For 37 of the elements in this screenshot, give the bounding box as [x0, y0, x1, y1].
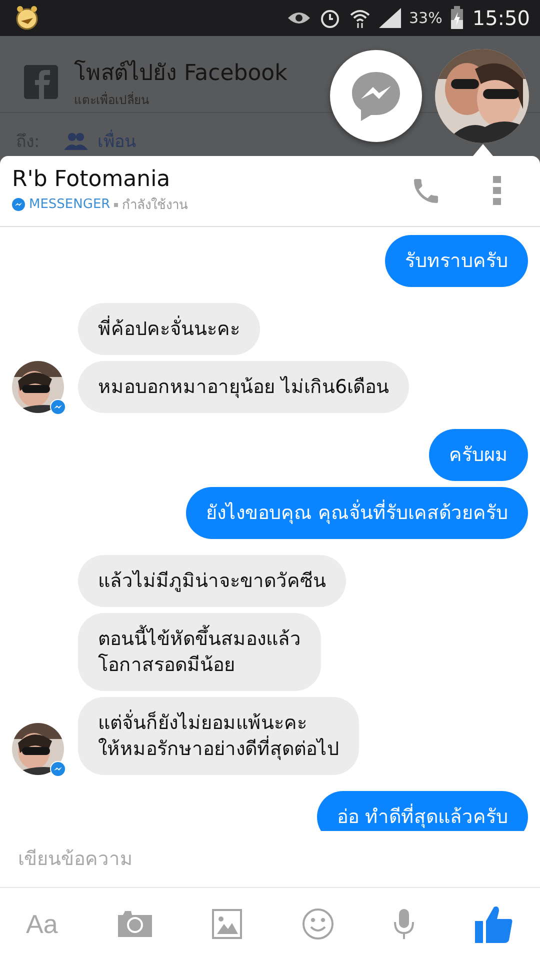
thumbs-up-icon[interactable] — [474, 904, 514, 944]
signal-icon — [379, 8, 402, 28]
message-bubble: แล้วไม่มีภูมิน่าจะขาดวัคซีน — [78, 555, 346, 607]
battery-charging-icon — [450, 6, 464, 30]
active-status: กำลังใช้งาน — [122, 196, 188, 215]
message-bubble: หมอบอกหมาอายุน้อย ไม่เกิน6เดือน — [78, 361, 410, 413]
microphone-icon[interactable] — [392, 908, 415, 940]
camera-icon[interactable] — [117, 910, 154, 938]
contact-avatar[interactable] — [12, 361, 64, 413]
alarm-clock-icon — [14, 5, 40, 31]
messenger-icon — [349, 69, 403, 123]
message-bubble: ครับผม — [429, 429, 528, 481]
contact-name: R'b Fotomania — [12, 167, 172, 192]
alarm-icon — [319, 7, 342, 29]
message-input[interactable]: เขียนข้อความ — [16, 847, 524, 871]
messenger-badge-icon — [12, 198, 25, 211]
app-label: MESSENGER — [29, 197, 110, 212]
wifi-icon — [349, 7, 372, 29]
message-bubble: ยังไงขอบคุณ คุณจั่นที่รับเคสด้วยครับ — [186, 487, 528, 539]
battery-percent: 33% — [409, 9, 442, 27]
facebook-logo-icon — [24, 65, 58, 99]
message-bubble: อ่อ ทำดีที่สุดแล้วครับ — [316, 791, 528, 831]
clock-time: 15:50 — [472, 6, 530, 30]
post-destination-title: โพสต์ไปยัง Facebook — [74, 59, 288, 88]
emoji-icon[interactable] — [302, 908, 334, 940]
more-options-icon[interactable] — [492, 175, 502, 207]
image-icon[interactable] — [212, 909, 242, 939]
message-bubble: รับทราบครับ — [385, 235, 528, 287]
eye-icon — [287, 10, 312, 26]
contact-avatar[interactable] — [12, 723, 64, 775]
message-bubble: ตอนนี้ไข้หัดขึ้นสมองแล้ว โอกาสรอดมีน้อย — [78, 613, 321, 691]
text-format-button[interactable]: Aa — [26, 908, 58, 940]
messenger-badge-icon — [50, 761, 66, 777]
message-bubble: แต่จั่นก็ยังไม่ยอมแพ้นะคะ ให้หมอรักษาอย่างดีที่สุดต่อไป — [78, 697, 359, 775]
message-bubble: พี่ค้อปคะจั่นนะคะ — [78, 303, 260, 355]
messenger-badge-icon — [50, 399, 66, 415]
friends-icon — [64, 132, 88, 150]
